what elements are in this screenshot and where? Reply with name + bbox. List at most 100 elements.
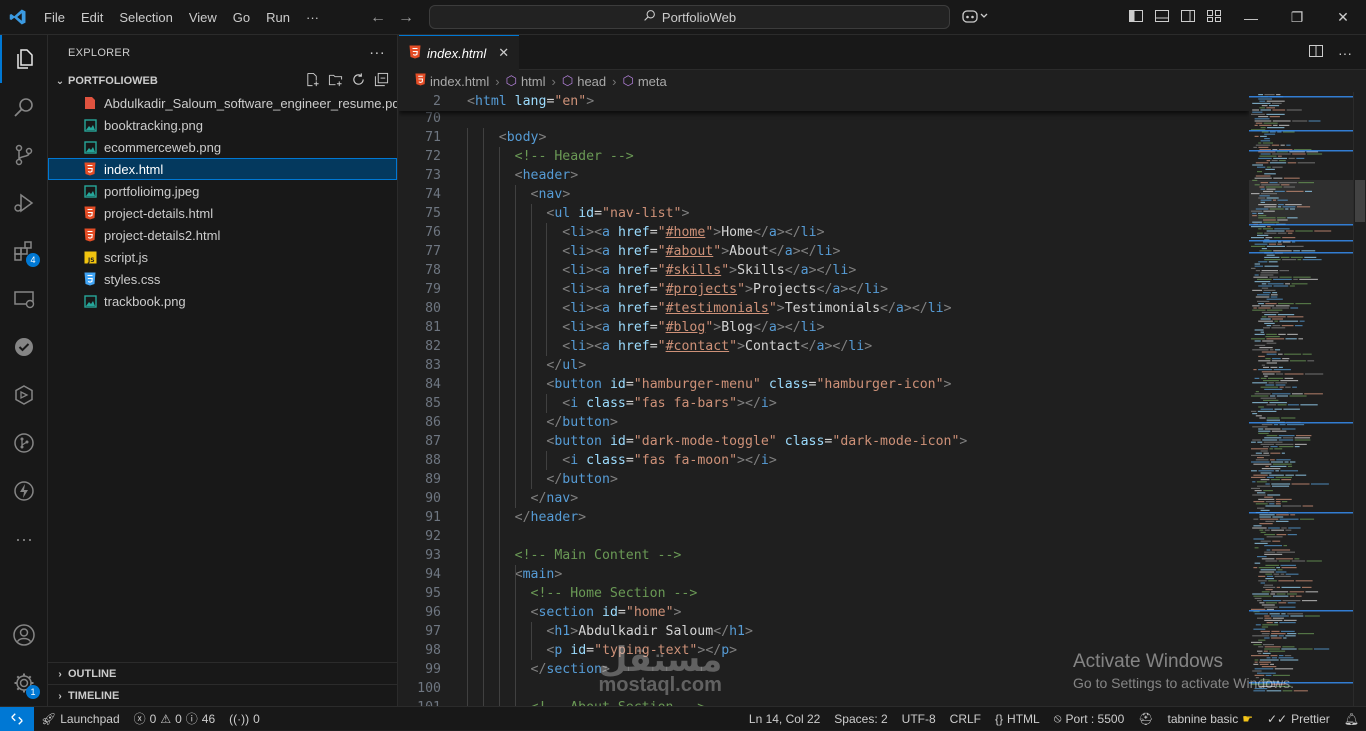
new-file-icon[interactable] bbox=[305, 72, 320, 90]
file-item-resume-pdf[interactable]: Abdulkadir_Saloum_software_engineer_resu… bbox=[48, 92, 397, 114]
code-line[interactable]: 85 <i class="fas fa-bars"></i> bbox=[399, 394, 1249, 413]
code-line[interactable]: 73 <header> bbox=[399, 166, 1249, 185]
code-line[interactable]: 91 </header> bbox=[399, 508, 1249, 527]
file-item-styles-css[interactable]: styles.css bbox=[48, 268, 397, 290]
code-line[interactable]: 96 <section id="home"> bbox=[399, 603, 1249, 622]
language-mode[interactable]: {} HTML bbox=[988, 707, 1047, 731]
customize-layout-icon[interactable] bbox=[1206, 8, 1222, 27]
problems-status[interactable]: ⓧ 0 ⚠︎ 0 ⓘ 46 bbox=[127, 707, 223, 731]
breadcrumb-head[interactable]: head bbox=[577, 74, 606, 89]
code-line[interactable]: 93 <!-- Main Content --> bbox=[399, 546, 1249, 565]
code-editor[interactable]: 70 71 <body> 72 <!-- Header --> 73 <header>… bbox=[399, 92, 1249, 706]
folder-header[interactable]: ⌄ PORTFOLIOWEB bbox=[48, 70, 397, 92]
toggle-secondary-sidebar-icon[interactable] bbox=[1180, 8, 1196, 27]
toggle-primary-sidebar-icon[interactable] bbox=[1128, 8, 1144, 27]
code-line[interactable]: 70 bbox=[399, 109, 1249, 128]
copilot-icon[interactable] bbox=[962, 8, 988, 27]
code-line[interactable]: 71 <body> bbox=[399, 128, 1249, 147]
code-line[interactable]: 81 <li><a href="#blog">Blog</a></li> bbox=[399, 318, 1249, 337]
toggle-panel-icon[interactable] bbox=[1154, 8, 1170, 27]
menu-edit[interactable]: Edit bbox=[73, 0, 111, 35]
tabnine-status[interactable]: tabnine basic ☛ bbox=[1160, 707, 1259, 731]
file-item-ecommerceweb[interactable]: ecommerceweb.png bbox=[48, 136, 397, 158]
remote-indicator-icon[interactable] bbox=[0, 706, 34, 731]
refresh-icon[interactable] bbox=[351, 72, 366, 90]
code-line[interactable]: 94 <main> bbox=[399, 565, 1249, 584]
forward-arrow-icon[interactable]: → bbox=[398, 9, 414, 27]
tab-index-html[interactable]: index.html ✕ bbox=[399, 35, 519, 70]
explorer-more-actions[interactable]: ··· bbox=[369, 44, 385, 61]
thunder-client-icon[interactable] bbox=[0, 467, 48, 515]
breadcrumb-file[interactable]: index.html bbox=[430, 74, 489, 89]
menu-go[interactable]: Go bbox=[225, 0, 258, 35]
cursor-position[interactable]: Ln 14, Col 22 bbox=[742, 707, 827, 731]
file-item-portfolioimg[interactable]: portfolioimg.jpeg bbox=[48, 180, 397, 202]
code-line[interactable]: 87 <button id="dark-mode-toggle" class="… bbox=[399, 432, 1249, 451]
code-line[interactable]: 83 </ul> bbox=[399, 356, 1249, 375]
file-item-booktracking[interactable]: booktracking.png bbox=[48, 114, 397, 136]
minimize-icon[interactable]: — bbox=[1228, 0, 1274, 35]
file-item-trackbook[interactable]: trackbook.png bbox=[48, 290, 397, 312]
code-line[interactable]: 95 <!-- Home Section --> bbox=[399, 584, 1249, 603]
accounts-icon[interactable] bbox=[0, 611, 48, 659]
code-line[interactable]: 89 </button> bbox=[399, 470, 1249, 489]
code-line[interactable]: 97 <h1>Abdulkadir Saloum</h1> bbox=[399, 622, 1249, 641]
testing-icon[interactable] bbox=[0, 323, 48, 371]
code-line[interactable]: 88 <i class="fas fa-moon"></i> bbox=[399, 451, 1249, 470]
settings-gear-icon[interactable]: 1 bbox=[0, 659, 48, 707]
breadcrumb-meta[interactable]: meta bbox=[638, 74, 667, 89]
menu-view[interactable]: View bbox=[181, 0, 225, 35]
prettier-status[interactable]: ✓✓ Prettier bbox=[1260, 707, 1337, 731]
file-item-project-details2[interactable]: project-details2.html bbox=[48, 224, 397, 246]
menu-file[interactable]: File bbox=[36, 0, 73, 35]
menu-run[interactable]: Run bbox=[258, 0, 298, 35]
close-window-icon[interactable]: ✕ bbox=[1320, 0, 1366, 35]
back-arrow-icon[interactable]: ← bbox=[370, 9, 386, 27]
code-line[interactable]: 77 <li><a href="#about">About</a></li> bbox=[399, 242, 1249, 261]
restore-icon[interactable]: ❐ bbox=[1274, 0, 1320, 35]
remote-explorer-icon[interactable] bbox=[0, 275, 48, 323]
code-line[interactable]: 72 <!-- Header --> bbox=[399, 147, 1249, 166]
timeline-section[interactable]: › TIMELINE bbox=[48, 685, 398, 707]
command-center-search[interactable]: PortfolioWeb bbox=[429, 5, 950, 29]
vertical-scrollbar[interactable] bbox=[1353, 92, 1366, 706]
file-item-project-details[interactable]: project-details.html bbox=[48, 202, 397, 224]
notifications-bell-icon[interactable]: 🔔︎ bbox=[1337, 707, 1366, 731]
containers-icon[interactable] bbox=[0, 371, 48, 419]
outline-section[interactable]: › OUTLINE bbox=[48, 663, 398, 685]
code-line[interactable]: 82 <li><a href="#contact">Contact</a></l… bbox=[399, 337, 1249, 356]
new-folder-icon[interactable] bbox=[328, 72, 343, 90]
menu-more[interactable]: ··· bbox=[298, 0, 327, 35]
split-editor-icon[interactable] bbox=[1308, 43, 1324, 62]
minimap[interactable] bbox=[1249, 92, 1353, 706]
breadcrumb-html[interactable]: html bbox=[521, 74, 546, 89]
search-view-icon[interactable] bbox=[0, 83, 48, 131]
code-line[interactable]: 84 <button id="hamburger-menu" class="ha… bbox=[399, 375, 1249, 394]
launchpad-status[interactable]: 🚀︎ Launchpad bbox=[34, 707, 127, 731]
scrollbar-thumb[interactable] bbox=[1355, 180, 1365, 222]
file-item-script-js[interactable]: JS script.js bbox=[48, 246, 397, 268]
git-graph-icon[interactable] bbox=[0, 419, 48, 467]
copilot-status-icon[interactable]: ⛑︎ bbox=[1131, 707, 1160, 731]
run-debug-icon[interactable] bbox=[0, 179, 48, 227]
code-line[interactable]: 92 bbox=[399, 527, 1249, 546]
source-control-icon[interactable] bbox=[0, 131, 48, 179]
code-line[interactable]: 80 <li><a href="#testimonials">Testimoni… bbox=[399, 299, 1249, 318]
indentation[interactable]: Spaces: 2 bbox=[827, 707, 894, 731]
explorer-icon[interactable] bbox=[0, 35, 48, 83]
close-icon[interactable]: ✕ bbox=[498, 45, 509, 61]
live-server-port[interactable]: ⦸ Port : 5500 bbox=[1047, 707, 1132, 731]
extensions-icon[interactable]: 4 bbox=[0, 227, 48, 275]
file-item-index-html[interactable]: index.html bbox=[48, 158, 397, 180]
code-line[interactable]: 78 <li><a href="#skills">Skills</a></li> bbox=[399, 261, 1249, 280]
code-line[interactable]: 86 </button> bbox=[399, 413, 1249, 432]
sticky-scroll-line[interactable]: 2 <html lang="en"> bbox=[399, 92, 1249, 111]
code-line[interactable]: 90 </nav> bbox=[399, 489, 1249, 508]
ports-status[interactable]: ((·)) 0 bbox=[222, 707, 267, 731]
collapse-all-icon[interactable] bbox=[374, 72, 389, 90]
code-line[interactable]: 79 <li><a href="#projects">Projects</a><… bbox=[399, 280, 1249, 299]
end-of-line[interactable]: CRLF bbox=[943, 707, 988, 731]
code-line[interactable]: 74 <nav> bbox=[399, 185, 1249, 204]
menu-selection[interactable]: Selection bbox=[111, 0, 180, 35]
code-line[interactable]: 76 <li><a href="#home">Home</a></li> bbox=[399, 223, 1249, 242]
